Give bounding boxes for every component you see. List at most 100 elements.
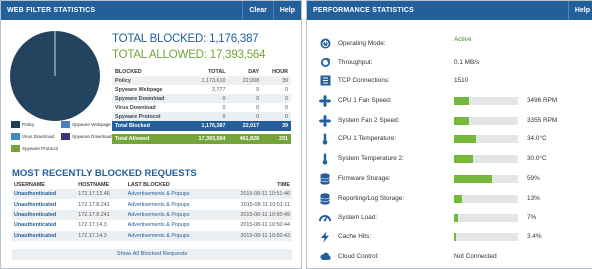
legend-item-spyware-download: Spyware Download bbox=[61, 133, 112, 140]
time-cell: 2015-08-11 10:50:44 bbox=[240, 222, 290, 229]
perf-label: Reporting/Log Storage: bbox=[338, 195, 405, 202]
table-cell: 0 bbox=[185, 94, 229, 103]
total-blocked-row: Total Blocked 1,176,387 22,017 39 bbox=[112, 121, 291, 131]
progress-fill bbox=[454, 174, 492, 183]
perf-row-cpu1-temperature: CPU 1 Temperature: 34.0°C bbox=[307, 129, 592, 148]
show-all-blocked-requests-link[interactable]: Show All Blocked Requests bbox=[12, 249, 292, 260]
column-header: BLOCKED bbox=[115, 68, 142, 75]
database-icon bbox=[319, 172, 331, 185]
perf-row-cache-hits: Cache Hits: 3.4% bbox=[307, 227, 592, 246]
perf-value: Active bbox=[454, 36, 472, 43]
perf-row-operating-mode: Operating Mode: Active bbox=[307, 34, 592, 53]
perf-value: 34.0°C bbox=[527, 135, 547, 142]
legend-swatch bbox=[11, 121, 20, 128]
perf-label: Cache Hits: bbox=[338, 233, 372, 240]
category-link[interactable]: Advertisements & Popups bbox=[125, 189, 218, 200]
table-cell: 461,828 bbox=[228, 134, 263, 144]
time-cell: 2015-08-11 10:51:46 bbox=[217, 189, 292, 200]
total-allowed-row: Total Allowed 17,393,564 461,828 291 bbox=[112, 134, 291, 144]
username-link[interactable]: Unauthenticated bbox=[12, 209, 77, 221]
username-link[interactable]: Unauthenticated bbox=[12, 189, 77, 200]
perf-value: 1510 bbox=[454, 77, 469, 84]
perf-label: Throughput: bbox=[338, 59, 373, 66]
table-cell: 22,008 bbox=[228, 76, 263, 85]
column-header: HOSTNAME bbox=[78, 182, 110, 188]
table-cell: 0 bbox=[228, 112, 263, 121]
legend-item-spyware-webpage: Spyware Webpage bbox=[61, 121, 111, 128]
table-cell: 39 bbox=[262, 76, 291, 85]
blocked-stats-table: BLOCKED TOTAL DAY HOUR Policy 1,173,610 … bbox=[112, 67, 291, 144]
perf-value: 3.4% bbox=[527, 233, 542, 240]
perf-value: 3355 RPM bbox=[527, 117, 558, 124]
table-cell: Spyware Protocol bbox=[112, 112, 186, 121]
table-header-row: USERNAME HOSTNAME LAST BLOCKED TIME bbox=[12, 181, 292, 189]
lightning-icon bbox=[319, 230, 331, 243]
table-cell: 0 bbox=[228, 94, 263, 103]
total-allowed-heading: TOTAL ALLOWED: 17,393,564 bbox=[112, 49, 266, 61]
perf-row-tcp-connections: TCP Connections: 1510 bbox=[307, 71, 592, 90]
category-link[interactable]: Advertisements & Popups bbox=[125, 209, 218, 221]
performance-statistics-panel: PERFORMANCE STATISTICS Help Operating Mo… bbox=[306, 0, 592, 269]
perf-row-throughput: Throughput: 0.1 MB/s bbox=[307, 53, 592, 72]
table-cell: 0 bbox=[256, 104, 260, 111]
table-cell: 291 bbox=[262, 134, 291, 144]
table-cell: 1,173,610 bbox=[185, 76, 229, 85]
power-icon bbox=[319, 38, 331, 50]
column-header: HOUR bbox=[272, 68, 288, 75]
table-row: Spyware Download 0 0 0 bbox=[112, 94, 291, 103]
table-cell: 22,017 bbox=[228, 121, 263, 131]
table-cell: Total Blocked bbox=[112, 121, 186, 131]
table-row: Unauthenticated 172.17.8.241 Advertiseme… bbox=[12, 209, 292, 221]
category-link[interactable]: Advertisements & Popups bbox=[126, 220, 218, 230]
web-filter-title: WEB FILTER STATISTICS bbox=[7, 7, 96, 14]
progress-bar bbox=[454, 232, 518, 241]
legend-item-policy: Policy bbox=[11, 121, 34, 128]
column-header: USERNAME bbox=[14, 182, 45, 188]
table-cell: Policy bbox=[112, 76, 186, 85]
hostname-cell: 172.17.13.46 bbox=[76, 189, 126, 200]
category-link[interactable]: Advertisements & Popups bbox=[125, 230, 218, 241]
perf-row-system-fan2: System Fan 2 Speed: 3355 RPM bbox=[307, 111, 592, 130]
perf-label: System Load: bbox=[338, 214, 378, 221]
legend-label: Spyware Download bbox=[72, 134, 112, 139]
legend-swatch bbox=[61, 133, 70, 140]
web-filter-help-button[interactable]: Help bbox=[272, 1, 301, 20]
fan-icon bbox=[319, 94, 331, 107]
time-cell: 2015-08-11 10:50:43 bbox=[217, 230, 292, 241]
category-link[interactable]: Advertisements & Popups bbox=[126, 199, 218, 209]
legend-label: Spyware Webpage bbox=[72, 122, 111, 127]
legend-swatch bbox=[11, 133, 20, 140]
table-cell: 0 bbox=[185, 112, 229, 121]
clear-button[interactable]: Clear bbox=[242, 1, 273, 20]
perf-label: Operating Mode: bbox=[338, 40, 386, 47]
thermometer-icon bbox=[319, 133, 331, 145]
perf-row-cpu1-fan: CPU 1 Fan Speed: 3496 RPM bbox=[307, 91, 592, 110]
connections-icon bbox=[319, 75, 331, 87]
table-cell: 1,176,387 bbox=[185, 121, 229, 131]
legend-swatch bbox=[11, 145, 20, 152]
table-row: Spyware Protocol 0 0 0 bbox=[112, 112, 291, 121]
username-link[interactable]: Unauthenticated bbox=[12, 220, 76, 230]
table-row: Policy 1,173,610 22,008 39 bbox=[112, 76, 291, 85]
web-filter-statistics-panel: WEB FILTER STATISTICS Clear Help Policy … bbox=[0, 0, 302, 269]
table-row: Virus Download 0 0 0 bbox=[112, 103, 291, 112]
progress-bar bbox=[454, 174, 518, 183]
username-link[interactable]: Unauthenticated bbox=[12, 230, 77, 241]
cloud-icon bbox=[319, 251, 331, 263]
perf-label: TCP Connections: bbox=[338, 77, 390, 84]
progress-bar bbox=[454, 213, 518, 222]
table-cell: Virus Download bbox=[115, 104, 156, 111]
progress-bar bbox=[454, 154, 518, 163]
username-link[interactable]: Unauthenticated bbox=[12, 199, 76, 209]
perf-row-reporting-log-storage: Reporting/Log Storage: 13% bbox=[307, 189, 592, 208]
perf-label: Cloud Control: bbox=[338, 253, 379, 260]
table-row: Unauthenticated 172.17.13.46 Advertiseme… bbox=[12, 189, 292, 200]
table-cell: 0 bbox=[262, 112, 291, 121]
performance-help-button[interactable]: Help bbox=[567, 1, 592, 20]
performance-title: PERFORMANCE STATISTICS bbox=[313, 7, 414, 14]
hostname-cell: 172.17.14.3 bbox=[76, 230, 126, 241]
perf-label: CPU 1 Fan Speed: bbox=[338, 97, 392, 104]
progress-fill bbox=[454, 116, 469, 125]
progress-fill bbox=[454, 194, 463, 203]
column-header: DAY bbox=[248, 68, 260, 75]
